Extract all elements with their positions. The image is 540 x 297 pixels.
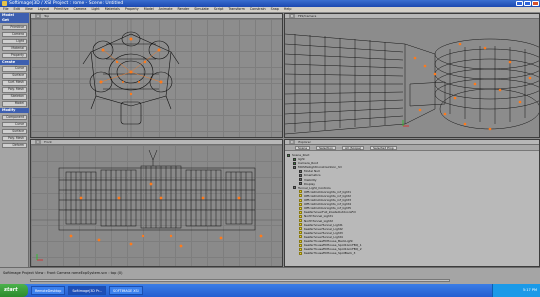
node-icon [287,153,290,157]
menu-item-camera[interactable]: Camera [74,7,87,12]
taskbar-task[interactable]: RemoteDesktop [31,286,66,295]
windows-taskbar: start RemoteDesktop Softimage|3D Pr... SOF… [0,284,540,297]
node-icon [293,186,296,190]
node-icon [293,165,296,169]
taskbar-task[interactable]: SOFTIMAGE XSI [109,286,143,295]
node-icon [299,174,302,178]
tool-button-camera[interactable]: Camera [2,31,27,37]
tool-button-property[interactable]: Property [2,52,27,58]
explorer-filter-button[interactable]: Scene [295,146,311,150]
tool-button-component[interactable]: Component [2,114,27,120]
minimize-button[interactable] [516,1,523,6]
taskbar-task[interactable]: Softimage|3D Pr... [68,286,107,295]
menu-item-render[interactable]: Render [178,7,190,12]
menu-bar: File Edit View Layout Primitive Camera Light Ma… [0,7,540,12]
window-title: Softimage|3D / XSI Project : rome - Scen… [9,1,124,6]
menu-item-edit[interactable]: Edit [14,7,20,12]
tool-button-light[interactable]: Light [2,38,27,44]
tool-button-curve[interactable]: Curve [2,121,27,127]
status-bar: Softimage Project View : Front Camera ro… [0,267,540,284]
light-icon [299,227,302,231]
light-icon [299,198,302,202]
tool-button-surface[interactable]: Surface [2,73,27,79]
start-button[interactable]: start [0,284,28,297]
explorer-filter-button[interactable]: Selection [316,146,336,150]
light-icon [299,194,302,198]
system-tray: 5:17 PM [492,284,540,297]
node-icon [299,182,302,186]
tool-button-deform[interactable]: Deform [2,142,27,148]
viewport-front[interactable]: C Front [30,139,283,267]
light-icon [299,190,302,194]
module-header-get[interactable]: Get [0,18,29,23]
menu-item-model[interactable]: Model [144,7,154,12]
light-icon [299,210,302,214]
viewport-top[interactable]: A Top [30,13,283,138]
scene-tree: Scene_Root light Camera_Root MOSTwilightCon… [287,153,362,255]
menu-item-transform[interactable]: Transform [228,7,244,12]
taskbar-tasks: RemoteDesktop Softimage|3D Pr... SOFTIMAGE… [28,286,143,295]
node-icon [299,169,302,173]
menu-item-script[interactable]: Script [214,7,224,12]
node-icon [293,157,296,161]
menu-item-file[interactable]: File [3,7,9,12]
tool-button-curve[interactable]: Curve [2,66,27,72]
maximize-button[interactable] [524,1,531,6]
explorer-panel[interactable]: D Explorer Scene Selection All (Scope) Selec… [284,139,540,267]
camera-view-wireframe [285,33,539,135]
node-icon [293,161,296,165]
viewport-tag: D [289,140,296,144]
node-icon [299,178,302,182]
front-view-wireframe [31,149,282,261]
menu-item-snap[interactable]: Snap [271,7,279,12]
tool-button-surf-mesh[interactable]: Surf. Mesh [2,80,27,86]
menu-item-view[interactable]: View [25,7,33,12]
light-icon [299,243,302,247]
menu-item-property[interactable]: Property [125,7,139,12]
explorer-header[interactable]: D Explorer [285,140,539,145]
menu-item-animate[interactable]: Animate [159,7,173,12]
tool-button-poly-mesh[interactable]: Poly. Mesh [2,135,27,141]
menu-item-layout[interactable]: Layout [38,7,49,12]
light-icon [299,231,302,235]
light-icon [299,247,302,251]
top-view-wireframe [31,19,282,137]
tree-node[interactable]: KeaferHouseFillHouse_SpotBack_3 [287,251,362,255]
viewport-camera[interactable]: B FP2/Camera [284,13,540,138]
status-text: Softimage Project View : Front Camera ro… [3,271,123,275]
tool-button-model[interactable]: Model [2,101,27,107]
tool-button-primitive[interactable]: Primitive [2,24,27,30]
menu-item-simulate[interactable]: Simulate [194,7,209,12]
tool-button-surface[interactable]: Surface [2,128,27,134]
light-icon [299,235,302,239]
menu-item-materials[interactable]: Materials [105,7,120,12]
explorer-filter-button[interactable]: All (Scope) [341,146,365,150]
light-icon [299,223,302,227]
tool-button-poly-mesh[interactable]: Poly. Mesh [2,87,27,93]
module-toolbar: Model Get Primitive Camera Light Material Prop… [0,13,29,267]
light-icon [299,202,302,206]
menu-item-light[interactable]: Light [91,7,99,12]
module-header-modify[interactable]: Modify [0,108,29,113]
clock[interactable]: 5:17 PM [523,288,537,292]
timeline-slider[interactable] [30,279,450,282]
explorer-filter-button[interactable]: Selected Prop [370,146,397,150]
light-icon [299,206,302,210]
viewport-label[interactable]: Explorer [298,140,311,144]
light-icon [299,219,302,223]
tool-button-material[interactable]: Material [2,45,27,51]
module-header-create[interactable]: Create [0,59,29,65]
tree-node-label: KeaferHouseFillHouse_SpotBack_3 [304,251,356,256]
light-icon [299,214,302,218]
softimage-app-icon [2,1,7,6]
tool-button-skeleton[interactable]: Skeleton [2,94,27,100]
light-icon [299,239,302,243]
light-icon [299,251,302,255]
menu-item-constrain[interactable]: Constrain [250,7,266,12]
close-button[interactable] [532,1,539,6]
explorer-toolbar: Scene Selection All (Scope) Selected Prop [285,145,539,151]
menu-item-help[interactable]: Help [284,7,292,12]
window-titlebar[interactable]: Softimage|3D / XSI Project : rome - Scen… [0,0,540,7]
menu-item-primitive[interactable]: Primitive [54,7,69,12]
